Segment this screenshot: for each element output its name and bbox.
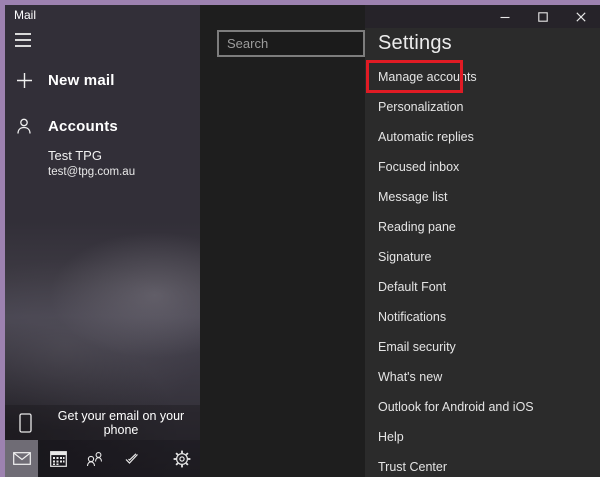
nav-people-button[interactable] <box>78 440 111 477</box>
people-icon <box>85 451 104 467</box>
todo-check-icon <box>124 452 140 465</box>
close-button[interactable] <box>562 5 600 28</box>
settings-panel-title: Settings <box>378 32 452 54</box>
settings-item-whats-new[interactable]: What's new <box>365 362 600 392</box>
search-input[interactable] <box>217 30 365 57</box>
mail-icon <box>12 452 31 465</box>
hamburger-icon <box>15 33 31 35</box>
new-mail-label: New mail <box>48 71 115 89</box>
maximize-button[interactable] <box>524 5 562 28</box>
settings-panel: Settings Manage accounts Personalization… <box>365 5 600 477</box>
settings-item-default-font[interactable]: Default Font <box>365 272 600 302</box>
nav-calendar-button[interactable] <box>42 440 75 477</box>
sidebar: Mail New mail Accounts Test TPG test@tpg… <box>5 5 200 477</box>
nav-settings-button[interactable] <box>165 440 198 477</box>
nav-todo-button[interactable] <box>115 440 148 477</box>
settings-item-manage-accounts[interactable]: Manage accounts <box>365 62 600 92</box>
hamburger-menu-button[interactable] <box>13 31 35 49</box>
settings-item-trust-center[interactable]: Trust Center <box>365 452 600 477</box>
minimize-button[interactable] <box>486 5 524 28</box>
calendar-icon <box>50 450 67 467</box>
account-email: test@tpg.com.au <box>48 166 136 178</box>
settings-item-focused-inbox[interactable]: Focused inbox <box>365 152 600 182</box>
window-accent-border-top <box>0 0 600 5</box>
account-entry[interactable]: Test TPG test@tpg.com.au <box>48 148 135 178</box>
settings-item-automatic-replies[interactable]: Automatic replies <box>365 122 600 152</box>
settings-item-message-list[interactable]: Message list <box>365 182 600 212</box>
mail-app-window: Mail New mail Accounts Test TPG test@tpg… <box>0 0 600 477</box>
settings-item-outlook-android-ios[interactable]: Outlook for Android and iOS <box>365 392 600 422</box>
settings-item-personalization[interactable]: Personalization <box>365 92 600 122</box>
settings-item-help[interactable]: Help <box>365 422 600 452</box>
settings-list: Manage accounts Personalization Automati… <box>365 62 600 477</box>
minimize-icon <box>500 16 510 18</box>
close-icon <box>576 11 586 22</box>
window-titlebar <box>365 5 600 28</box>
settings-gear-icon <box>173 450 191 468</box>
account-name: Test TPG <box>48 148 102 163</box>
accounts-header-button[interactable]: Accounts <box>5 113 200 139</box>
get-email-on-phone-label: Get your email on your phone <box>57 408 185 437</box>
settings-item-signature[interactable]: Signature <box>365 242 600 272</box>
person-icon <box>14 118 34 135</box>
nav-mail-button[interactable] <box>5 440 38 477</box>
settings-item-reading-pane[interactable]: Reading pane <box>365 212 600 242</box>
settings-item-notifications[interactable]: Notifications <box>365 302 600 332</box>
phone-icon <box>19 412 32 433</box>
get-email-on-phone-button[interactable]: Get your email on your phone <box>5 405 200 440</box>
window-accent-border-left <box>0 0 5 477</box>
new-mail-button[interactable]: New mail <box>5 67 200 93</box>
plus-icon <box>14 72 34 89</box>
sidebar-bottom-navbar <box>5 440 200 477</box>
accounts-header-label: Accounts <box>48 117 118 135</box>
settings-item-email-security[interactable]: Email security <box>365 332 600 362</box>
maximize-icon <box>538 11 548 22</box>
message-list-pane <box>200 5 365 477</box>
app-title: Mail <box>14 8 37 22</box>
